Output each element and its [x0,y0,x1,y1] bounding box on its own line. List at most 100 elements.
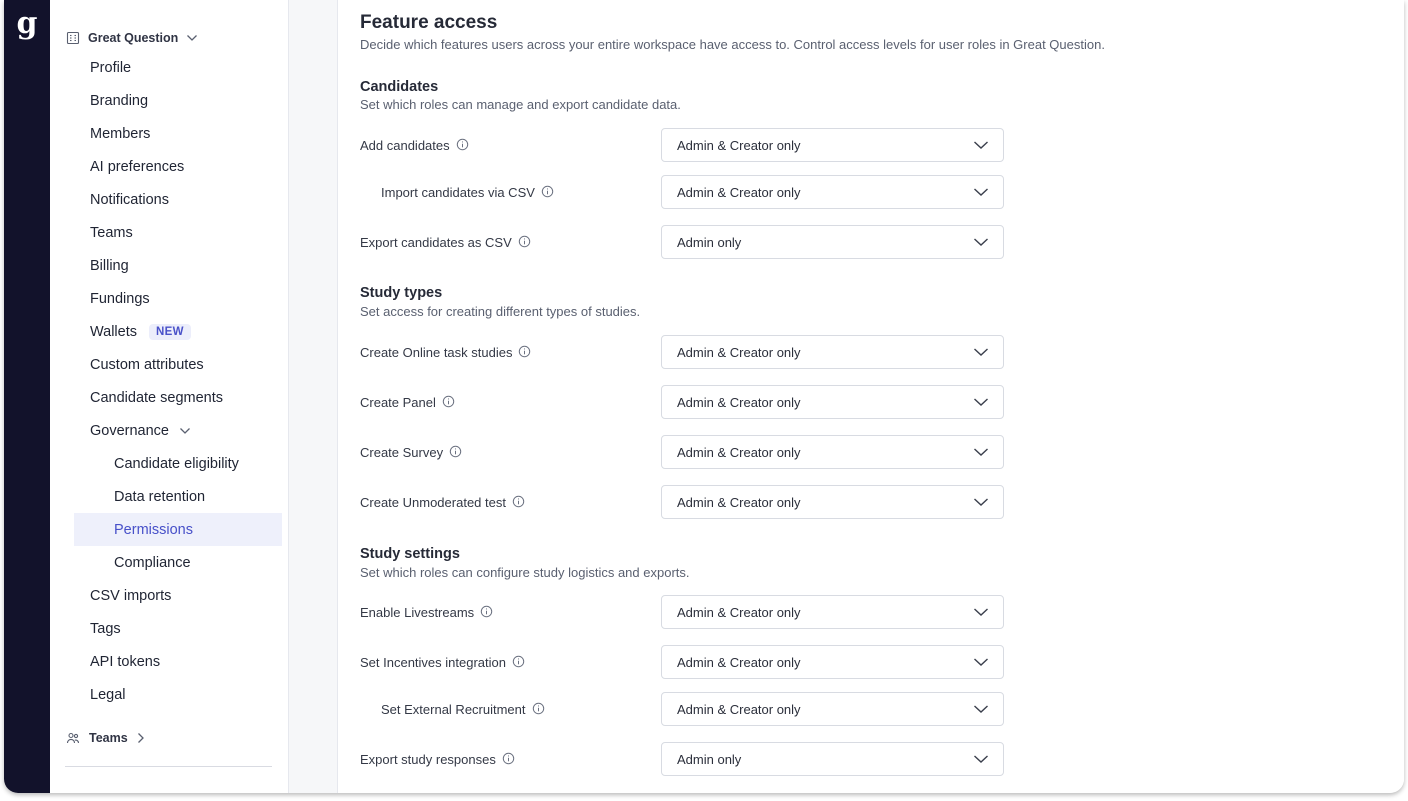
chevron-down-icon [973,396,989,408]
sidebar-item-billing[interactable]: Billing [50,249,288,282]
permission-select-export-candidates-as-csv[interactable]: Admin only [661,225,1004,259]
info-icon[interactable] [442,395,456,409]
new-badge: NEW [149,323,191,340]
great-question-logo[interactable]: g [14,6,40,42]
sidebar-item-governance[interactable]: Governance [50,414,288,447]
permission-label-create-unmoderated-test: Create Unmoderated test [360,493,526,511]
permission-label-create-panel: Create Panel [360,393,456,411]
permission-select-create-survey[interactable]: Admin & Creator only [661,435,1004,469]
info-icon[interactable] [512,655,526,669]
sidebar-item-tags[interactable]: Tags [50,612,288,645]
select-value: Admin & Creator only [677,137,801,153]
info-icon[interactable] [502,752,516,766]
sidebar-item-notifications[interactable]: Notifications [50,183,288,216]
workspace-switcher[interactable]: Great Question [66,28,198,48]
app-window: g Great Question Profile Branding Members A… [4,0,1404,793]
permission-label-export-candidates-as-csv: Export candidates as CSV [360,233,532,251]
section-description: Set access for creating different types … [360,304,641,319]
sidebar-item-label: Branding [90,92,149,109]
chevron-down-icon [973,236,989,248]
info-icon[interactable] [518,345,532,359]
info-icon[interactable] [532,702,546,716]
chevron-down-icon [973,703,989,715]
info-icon[interactable] [541,185,555,199]
sidebar-item-label: Governance [90,422,169,439]
sidebar-item-label: Data retention [114,488,206,505]
page-title: Feature access [360,12,498,33]
sidebar-item-teams[interactable]: Teams [50,216,288,249]
permission-label-enable-livestreams: Enable Livestreams [360,603,494,621]
permission-label-text: Create Unmoderated test [360,494,506,510]
permission-select-set-external-recruitment[interactable]: Admin & Creator only [661,692,1004,726]
chevron-down-icon [973,446,989,458]
sidebar-item-candidate-segments[interactable]: Candidate segments [50,381,288,414]
chevron-down-icon [179,427,191,435]
teams-section-toggle[interactable]: Teams [66,728,145,748]
chevron-down-icon [973,753,989,765]
chevron-down-icon [973,656,989,668]
permission-label-create-online-task-studies: Create Online task studies [360,343,532,361]
sidebar-item-permissions[interactable]: Permissions [74,513,282,546]
sidebar-item-members[interactable]: Members [50,117,288,150]
permission-label-text: Create Online task studies [360,344,513,360]
permission-select-create-online-task-studies[interactable]: Admin & Creator only [661,335,1004,369]
permission-label-text: Create Panel [360,394,436,410]
sidebar-item-label: Members [90,125,151,142]
permission-label-create-survey: Create Survey [360,443,463,461]
sidebar-item-compliance[interactable]: Compliance [50,546,288,579]
sidebar-item-label: Candidate eligibility [114,455,239,472]
chevron-right-icon [137,732,145,744]
permission-label-set-incentives-integration: Set Incentives integration [360,653,526,671]
permission-label-import-candidates-via-csv: Import candidates via CSV [381,183,555,201]
permission-select-set-incentives-integration[interactable]: Admin & Creator only [661,645,1004,679]
select-value: Admin & Creator only [677,654,801,670]
permission-select-import-candidates-via-csv[interactable]: Admin & Creator only [661,175,1004,209]
sidebar-divider [65,766,272,767]
sidebar-item-data-retention[interactable]: Data retention [50,480,288,513]
sidebar-item-label: Billing [90,257,129,274]
permission-label-text: Set Incentives integration [360,654,506,670]
permission-label-text: Import candidates via CSV [381,184,535,200]
select-value: Admin only [677,234,742,250]
sidebar-item-label: Candidate segments [90,389,223,406]
permission-select-add-candidates[interactable]: Admin & Creator only [661,128,1004,162]
permission-select-create-unmoderated-test[interactable]: Admin & Creator only [661,485,1004,519]
permission-label-set-external-recruitment: Set External Recruitment [381,700,546,718]
teams-label: Teams [89,731,128,745]
info-icon[interactable] [480,605,494,619]
permission-label-export-study-responses: Export study responses [360,750,516,768]
section-title-candidates: Candidates [360,79,439,95]
sidebar-item-label: API tokens [90,653,161,670]
info-icon[interactable] [518,235,532,249]
sidebar-item-ai-preferences[interactable]: AI preferences [50,150,288,183]
select-value: Admin & Creator only [677,394,801,410]
permission-select-export-study-responses[interactable]: Admin only [661,742,1004,776]
sidebar-item-custom-attributes[interactable]: Custom attributes [50,348,288,381]
info-icon[interactable] [456,138,470,152]
permission-select-enable-livestreams[interactable]: Admin & Creator only [661,595,1004,629]
select-value: Admin & Creator only [677,184,801,200]
sidebar-item-wallets[interactable]: Wallets NEW [50,315,288,348]
sidebar-item-label: Permissions [114,521,193,538]
settings-sidebar: Great Question Profile Branding Members AI … [50,0,289,793]
permission-select-create-panel[interactable]: Admin & Creator only [661,385,1004,419]
sidebar-item-api-tokens[interactable]: API tokens [50,645,288,678]
sidebar-item-candidate-eligibility[interactable]: Candidate eligibility [50,447,288,480]
sidebar-item-label: Tags [90,620,121,637]
sidebar-item-profile[interactable]: Profile [50,51,288,84]
chevron-down-icon [973,186,989,198]
building-icon [66,31,80,45]
sidebar-item-branding[interactable]: Branding [50,84,288,117]
chevron-down-icon [973,496,989,508]
sidebar-item-csv-imports[interactable]: CSV imports [50,579,288,612]
sidebar-item-label: Compliance [114,554,191,571]
section-description: Set which roles can configure study logi… [360,565,690,580]
workspace-name: Great Question [88,31,179,45]
select-value: Admin & Creator only [677,494,801,510]
info-icon[interactable] [512,495,526,509]
sidebar-item-label: Custom attributes [90,356,204,373]
info-icon[interactable] [449,445,463,459]
sidebar-item-legal[interactable]: Legal [50,678,288,711]
sidebar-item-fundings[interactable]: Fundings [50,282,288,315]
chevron-down-icon [186,34,198,42]
